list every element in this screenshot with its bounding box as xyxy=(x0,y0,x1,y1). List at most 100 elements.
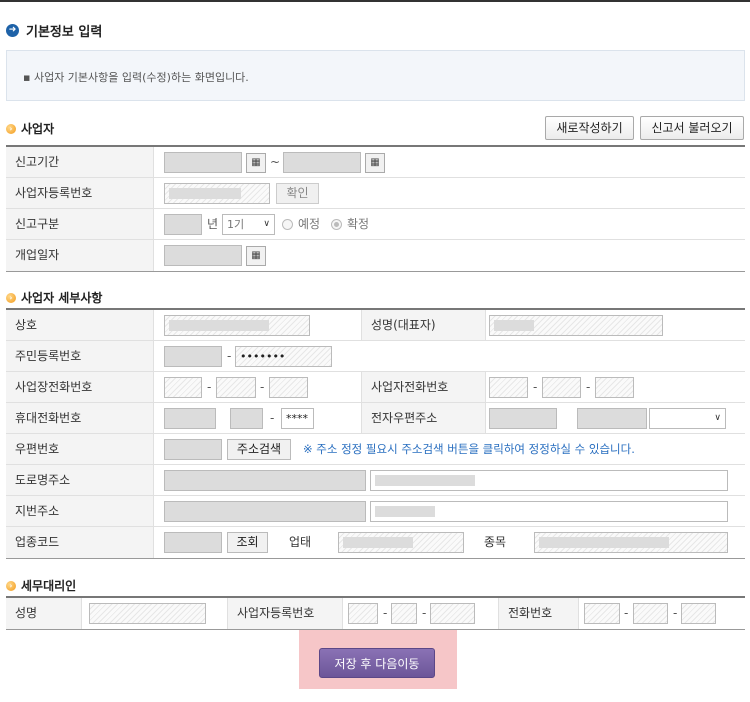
calendar-icon[interactable]: ▦ xyxy=(246,246,266,266)
industry-code-input[interactable] xyxy=(164,532,222,553)
label-postcode: 우편번호 xyxy=(6,434,154,464)
email-domain-input[interactable] xyxy=(577,408,647,429)
biz-phone-3[interactable] xyxy=(269,377,308,398)
term-select-value: 1기 xyxy=(227,218,245,231)
label-reg-no: 사업자등록번호 xyxy=(6,178,154,208)
confirm-button[interactable]: 확인 xyxy=(276,183,319,204)
dash: - xyxy=(422,606,427,620)
agent-reg-2[interactable] xyxy=(391,603,417,624)
load-report-button[interactable]: 신고서 불러오기 xyxy=(640,116,744,140)
new-form-button[interactable]: 새로작성하기 xyxy=(545,116,634,140)
agent-phone-2[interactable] xyxy=(633,603,668,624)
label-mobile: 휴대전화번호 xyxy=(6,403,154,433)
row-resident-no: 주민등록번호 - ••••••• xyxy=(6,341,745,372)
page-title-text: 기본정보 입력 xyxy=(26,24,103,40)
top-border xyxy=(0,0,750,2)
radio-final[interactable] xyxy=(331,219,342,230)
biz-item-input[interactable] xyxy=(534,532,728,553)
dash: - xyxy=(383,606,388,620)
label-biz-item: 종목 xyxy=(484,535,507,549)
label-ceo: 성명(대표자) xyxy=(361,310,486,340)
label-biz-phone: 사업장전화번호 xyxy=(6,372,154,402)
dash: - xyxy=(533,380,538,394)
section-heading: 세무대리인 xyxy=(21,579,77,593)
mobile-1[interactable] xyxy=(164,408,216,429)
label-lot-addr: 지번주소 xyxy=(6,496,154,526)
row-open-date: 개업일자 ▦ xyxy=(6,240,745,271)
period-separator: ~ xyxy=(270,155,281,169)
year-unit: 년 xyxy=(207,217,219,231)
ceo-input[interactable] xyxy=(489,315,663,336)
address-search-button[interactable]: 주소검색 xyxy=(227,439,291,460)
row-period: 신고기간 ▦ ~ ▦ xyxy=(6,147,745,178)
postcode-input[interactable] xyxy=(164,439,222,460)
orange-ball-icon: › xyxy=(6,123,16,134)
open-date-input[interactable] xyxy=(164,245,242,266)
reg-no-input[interactable] xyxy=(164,183,270,204)
row-lot-address: 지번주소 xyxy=(6,496,745,527)
dash: - xyxy=(227,349,232,363)
agent-reg-3[interactable] xyxy=(430,603,475,624)
info-box: ▪ 사업자 기본사항을 입력(수정)하는 화면입니다. xyxy=(6,50,745,101)
period-end-input[interactable] xyxy=(283,152,361,173)
row-company: 상호 성명(대표자) xyxy=(6,310,745,341)
calendar-icon[interactable]: ▦ xyxy=(365,153,385,173)
biz-tel-2[interactable] xyxy=(542,377,581,398)
save-next-button[interactable]: 저장 후 다음이동 xyxy=(319,648,435,678)
biz-tel-1[interactable] xyxy=(489,377,528,398)
company-input[interactable] xyxy=(164,315,310,336)
agent-phone-3[interactable] xyxy=(681,603,716,624)
label-biz-tel: 사업자전화번호 xyxy=(361,372,486,402)
row-industry: 업종코드 조회 업태 종목 xyxy=(6,527,745,558)
lot-address-input[interactable] xyxy=(164,501,366,522)
biz-phone-1[interactable] xyxy=(164,377,202,398)
email-domain-select[interactable]: ∨ xyxy=(649,408,726,429)
period-start-input[interactable] xyxy=(164,152,242,173)
row-agent: 성명 사업자등록번호 - - 전화번호 - - xyxy=(6,598,745,629)
term-select[interactable]: 1기 ∨ xyxy=(222,214,275,235)
resident-no-back[interactable]: ••••••• xyxy=(235,346,332,367)
lot-address-detail[interactable] xyxy=(370,501,728,522)
chevron-down-icon: ∨ xyxy=(714,413,721,423)
agent-table: 성명 사업자등록번호 - - 전화번호 - - xyxy=(6,596,745,630)
lookup-button[interactable]: 조회 xyxy=(227,532,268,553)
business-table: 신고기간 ▦ ~ ▦ 사업자등록번호 확인 신고구분 년 1기 ∨ 예정 확정 개… xyxy=(6,145,745,272)
row-report-type: 신고구분 년 1기 ∨ 예정 확정 xyxy=(6,209,745,240)
orange-ball-icon: › xyxy=(6,580,16,591)
label-resident-no: 주민등록번호 xyxy=(6,341,154,371)
bullet: ▪ xyxy=(23,71,34,84)
row-mobile: 휴대전화번호 - **** 전자우편주소 ∨ xyxy=(6,403,745,434)
road-address-detail[interactable] xyxy=(370,470,728,491)
radio-planned[interactable] xyxy=(282,219,293,230)
mobile-3[interactable]: **** xyxy=(281,408,314,429)
dash: - xyxy=(624,606,629,620)
label-agent-name: 성명 xyxy=(6,598,82,629)
agent-phone-1[interactable] xyxy=(584,603,620,624)
calendar-icon[interactable]: ▦ xyxy=(246,153,266,173)
email-id-input[interactable] xyxy=(489,408,557,429)
mobile-2[interactable] xyxy=(230,408,263,429)
section-heading: 사업자 세부사항 xyxy=(21,291,103,305)
label-agent-phone: 전화번호 xyxy=(498,598,579,629)
biz-type-input[interactable] xyxy=(338,532,464,553)
label-company: 상호 xyxy=(6,310,154,340)
label-period: 신고기간 xyxy=(6,147,154,177)
label-agent-reg-no: 사업자등록번호 xyxy=(227,598,343,629)
label-report-type: 신고구분 xyxy=(6,209,154,239)
info-text: 사업자 기본사항을 입력(수정)하는 화면입니다. xyxy=(33,71,249,84)
road-address-input[interactable] xyxy=(164,470,366,491)
label-industry-code: 업종코드 xyxy=(6,527,154,558)
dash: - xyxy=(260,380,265,394)
section-heading: 사업자 xyxy=(21,122,55,136)
agent-name-input[interactable] xyxy=(89,603,206,624)
year-input[interactable] xyxy=(164,214,202,235)
agent-reg-1[interactable] xyxy=(348,603,378,624)
row-road-address: 도로명주소 xyxy=(6,465,745,496)
resident-no-front[interactable] xyxy=(164,346,222,367)
section-agent: › 세무대리인 xyxy=(6,577,76,594)
label-biz-type: 업태 xyxy=(289,535,312,549)
dash: - xyxy=(673,606,678,620)
biz-tel-3[interactable] xyxy=(595,377,634,398)
address-note: ※ 주소 정정 필요시 주소검색 버튼을 클릭하여 정정하실 수 있습니다. xyxy=(303,442,635,456)
biz-phone-2[interactable] xyxy=(216,377,256,398)
